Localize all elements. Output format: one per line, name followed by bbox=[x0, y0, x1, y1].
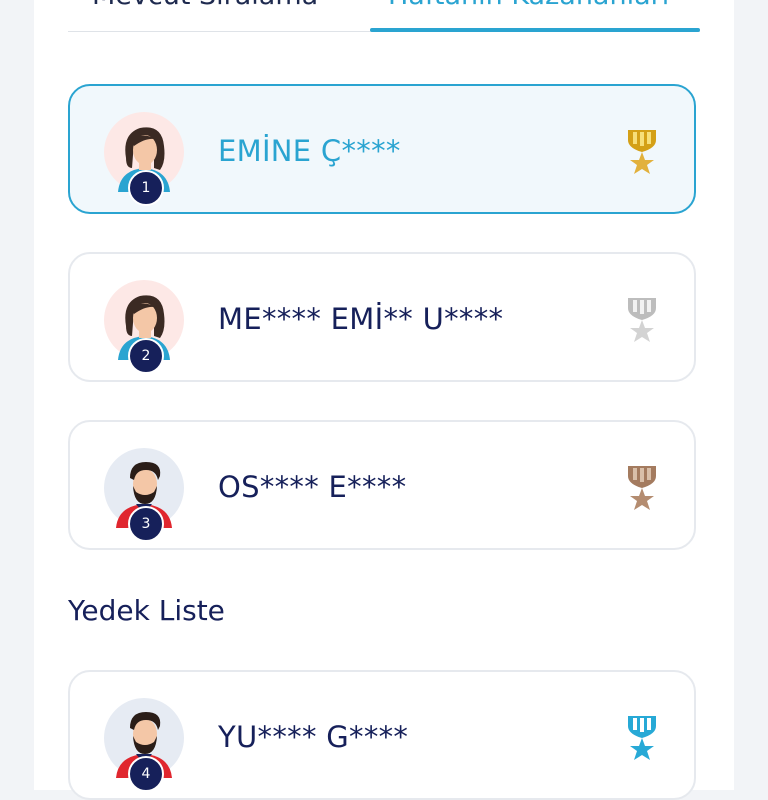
reserve-list-title: Yedek Liste bbox=[68, 594, 225, 627]
woman-avatar-icon: 1 bbox=[104, 112, 184, 206]
woman-avatar-icon: 2 bbox=[104, 280, 184, 374]
rank-badge: 3 bbox=[128, 506, 164, 542]
winner-name: EMİNE Ç**** bbox=[218, 134, 401, 168]
reserve-card-4[interactable]: 4 YU**** G**** bbox=[68, 670, 696, 800]
tab-bar: Mevcut Sıralama Haftanın Kazananları bbox=[68, 0, 700, 34]
tab-current-ranking[interactable]: Mevcut Sıralama bbox=[92, 0, 392, 11]
winner-card-1[interactable]: 1 EMİNE Ç**** bbox=[68, 84, 696, 214]
rank-badge: 2 bbox=[128, 338, 164, 374]
active-tab-indicator bbox=[370, 28, 700, 32]
winner-card-3[interactable]: 3 OS**** E**** bbox=[68, 420, 696, 550]
man-avatar-icon: 3 bbox=[104, 448, 184, 542]
tab-weekly-winners[interactable]: Haftanın Kazananları bbox=[388, 0, 688, 11]
rank-badge: 1 bbox=[128, 170, 164, 206]
winner-card-2[interactable]: 2 ME**** EMİ** U**** bbox=[68, 252, 696, 382]
blue-medal-icon bbox=[628, 716, 656, 760]
winner-name: OS**** E**** bbox=[218, 470, 407, 504]
silver-medal-icon bbox=[628, 298, 656, 342]
bronze-medal-icon bbox=[628, 466, 656, 510]
winner-name: ME**** EMİ** U**** bbox=[218, 302, 504, 336]
man-avatar-icon: 4 bbox=[104, 698, 184, 792]
reserve-name: YU**** G**** bbox=[218, 720, 409, 754]
rank-badge: 4 bbox=[128, 756, 164, 792]
gold-medal-icon bbox=[628, 130, 656, 174]
